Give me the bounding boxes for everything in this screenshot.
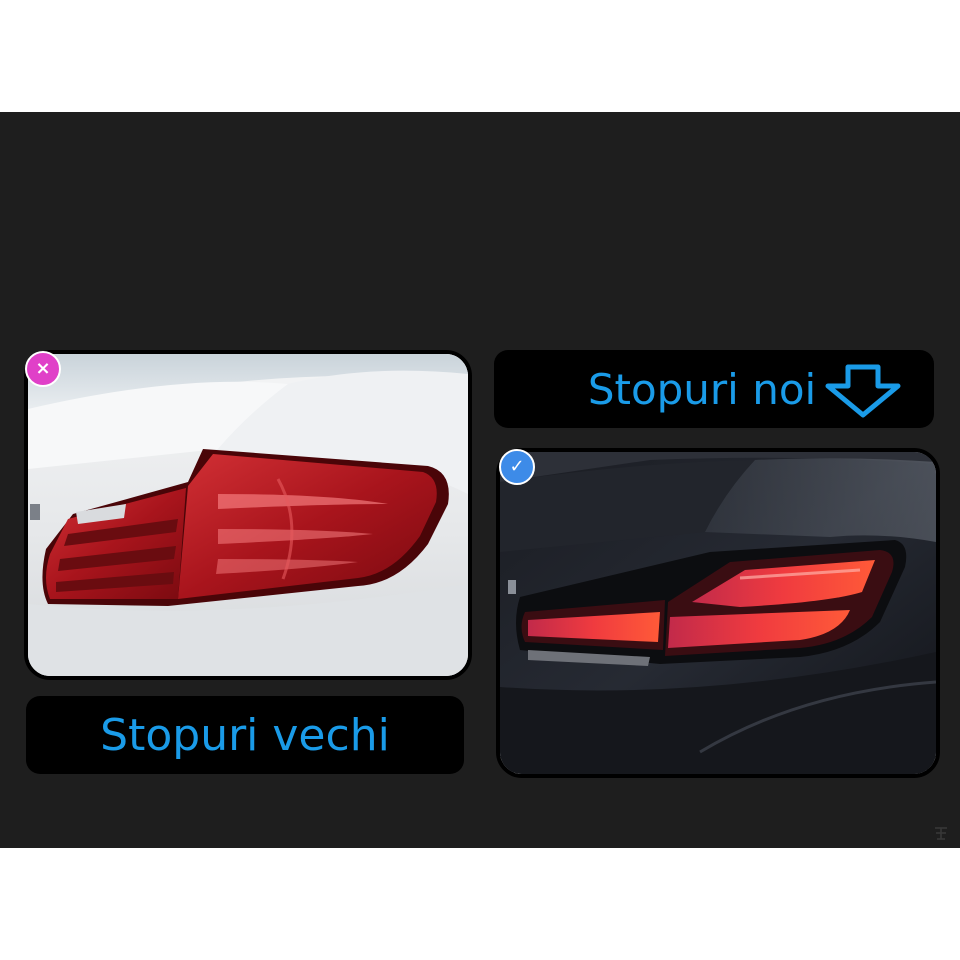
- down-arrow-icon: [825, 364, 901, 418]
- check-icon-symbol: ✓: [509, 456, 525, 477]
- old-tail-lights-illustration: [28, 354, 468, 676]
- close-icon-symbol: ×: [35, 358, 51, 379]
- old-lights-label-box: Stopuri vechi: [26, 696, 464, 774]
- check-icon: ✓: [499, 449, 535, 485]
- new-tail-lights-photo: [496, 448, 940, 778]
- watermark-icon: [935, 827, 947, 840]
- old-lights-label: Stopuri vechi: [100, 709, 390, 761]
- close-icon: ×: [25, 351, 61, 387]
- new-tail-lights-illustration: [500, 452, 936, 774]
- new-lights-label: Stopuri noi: [587, 364, 817, 414]
- new-lights-label-box: Stopuri noi: [494, 350, 934, 428]
- old-tail-lights-photo: [24, 350, 472, 680]
